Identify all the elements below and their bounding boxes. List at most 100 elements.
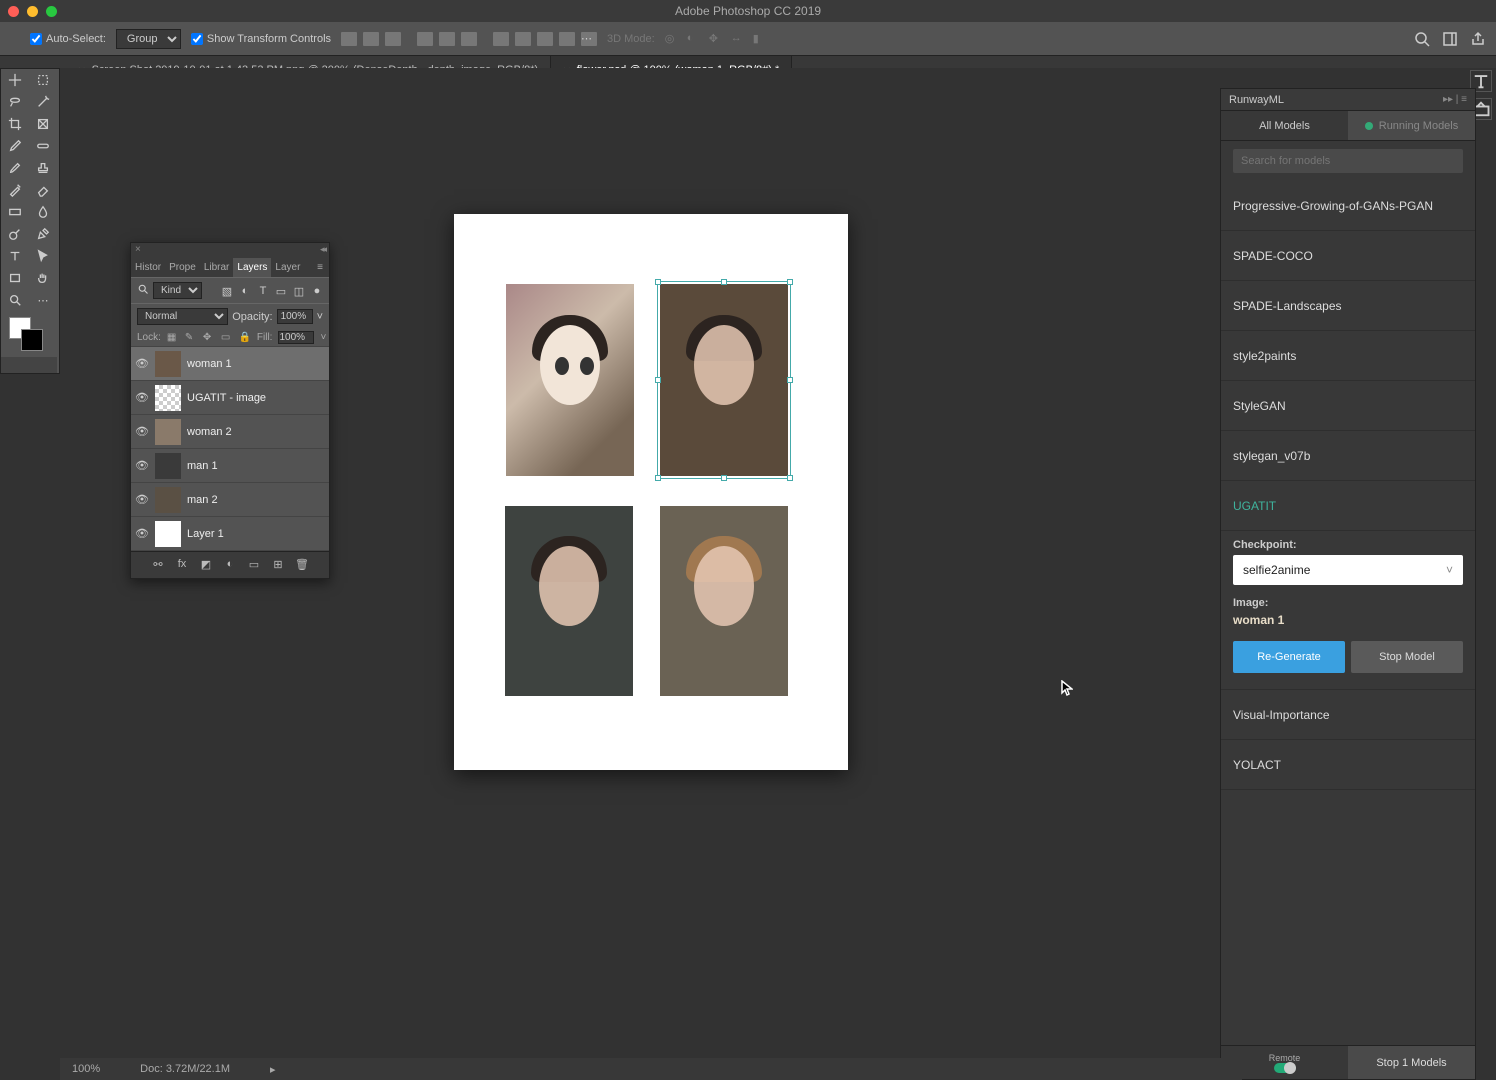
auto-select-target[interactable]: Group bbox=[116, 29, 181, 49]
filter-adjust-icon[interactable]: ◐ bbox=[239, 285, 251, 297]
layer-item[interactable]: 👁 woman 1 bbox=[131, 347, 329, 381]
adjustment-icon[interactable]: ◐ bbox=[223, 558, 237, 572]
more-align-icon[interactable]: ⋯ bbox=[581, 32, 597, 46]
blend-mode-select[interactable]: Normal bbox=[137, 308, 228, 325]
blur-tool[interactable] bbox=[29, 201, 57, 223]
stamp-tool[interactable] bbox=[29, 157, 57, 179]
screenmode-icon[interactable] bbox=[29, 357, 57, 373]
opacity-input[interactable] bbox=[277, 309, 313, 324]
camera-icon[interactable]: ▮ bbox=[753, 32, 769, 46]
fill-chevron-icon[interactable]: ˅ bbox=[320, 332, 326, 343]
layer-thumb[interactable] bbox=[155, 385, 181, 411]
tab-libraries[interactable]: Librar bbox=[200, 258, 234, 277]
quickmask-icon[interactable] bbox=[1, 357, 29, 373]
image-man-1[interactable] bbox=[505, 506, 633, 696]
filter-smart-icon[interactable]: ◫ bbox=[293, 285, 305, 297]
color-swatches[interactable] bbox=[3, 315, 59, 355]
share-icon[interactable] bbox=[1470, 31, 1486, 47]
visibility-icon[interactable]: 👁 bbox=[135, 391, 149, 404]
doc-size[interactable]: Doc: 3.72M/22.1M bbox=[140, 1063, 230, 1075]
collapse-panel-icon[interactable]: ◂◂ bbox=[320, 244, 325, 255]
group-icon[interactable]: ▭ bbox=[247, 558, 261, 572]
artboard[interactable] bbox=[454, 214, 848, 770]
filter-search-icon[interactable] bbox=[137, 283, 149, 298]
model-item[interactable]: style2paints bbox=[1221, 331, 1475, 381]
distribute-spacing-v-icon[interactable] bbox=[559, 32, 575, 46]
delete-layer-icon[interactable]: 🗑 bbox=[295, 558, 309, 572]
layer-item[interactable]: 👁 man 1 bbox=[131, 449, 329, 483]
image-anime-woman[interactable] bbox=[506, 284, 634, 476]
layer-thumb[interactable] bbox=[155, 521, 181, 547]
workspace-icon[interactable] bbox=[1442, 31, 1458, 47]
edit-toolbar-icon[interactable]: ⋯ bbox=[29, 289, 57, 311]
model-item[interactable]: stylegan_v07b bbox=[1221, 431, 1475, 481]
marquee-tool[interactable] bbox=[29, 69, 57, 91]
show-transform-checkbox[interactable]: Show Transform Controls bbox=[191, 33, 331, 45]
distribute-spacing-h-icon[interactable] bbox=[537, 32, 553, 46]
gradient-tool[interactable] bbox=[1, 201, 29, 223]
plugin-header[interactable]: RunwayML ▸▸ | ≡ bbox=[1221, 89, 1475, 111]
lock-brush-icon[interactable]: ✎ bbox=[185, 332, 197, 344]
align-bottom-icon[interactable] bbox=[461, 32, 477, 46]
move-tool[interactable] bbox=[1, 69, 29, 91]
hand-tool[interactable] bbox=[29, 267, 57, 289]
opacity-chevron-icon[interactable]: ˅ bbox=[317, 311, 323, 323]
heal-tool[interactable] bbox=[29, 135, 57, 157]
layer-thumb[interactable] bbox=[155, 419, 181, 445]
layer-item[interactable]: 👁 man 2 bbox=[131, 483, 329, 517]
fill-input[interactable] bbox=[278, 331, 314, 344]
new-layer-icon[interactable]: ⊞ bbox=[271, 558, 285, 572]
frame-tool[interactable] bbox=[29, 113, 57, 135]
dodge-tool[interactable] bbox=[1, 223, 29, 245]
rectangle-tool[interactable] bbox=[1, 267, 29, 289]
path-select-tool[interactable] bbox=[29, 245, 57, 267]
model-item-active[interactable]: UGATIT bbox=[1221, 481, 1475, 531]
layer-thumb[interactable] bbox=[155, 453, 181, 479]
pan-icon[interactable]: ✥ bbox=[709, 32, 725, 46]
visibility-icon[interactable]: 👁 bbox=[135, 493, 149, 506]
regenerate-button[interactable]: Re-Generate bbox=[1233, 641, 1345, 673]
model-search-input[interactable] bbox=[1233, 149, 1463, 173]
brush-tool[interactable] bbox=[1, 157, 29, 179]
layer-item[interactable]: 👁 UGATIT - image bbox=[131, 381, 329, 415]
filter-type-icon[interactable]: T bbox=[257, 285, 269, 297]
panel-menu-icon[interactable]: ≡ bbox=[311, 258, 329, 277]
zoom-tool[interactable] bbox=[1, 289, 29, 311]
close-window-button[interactable] bbox=[8, 6, 19, 17]
link-layers-icon[interactable]: ⚯ bbox=[151, 558, 165, 572]
orbit-icon[interactable]: ◎ bbox=[665, 32, 681, 46]
model-item[interactable]: StyleGAN bbox=[1221, 381, 1475, 431]
image-woman-1[interactable] bbox=[660, 284, 788, 476]
crop-tool[interactable] bbox=[1, 113, 29, 135]
panel-header[interactable]: × ◂◂ bbox=[131, 243, 329, 255]
layer-thumb[interactable] bbox=[155, 351, 181, 377]
tab-running-models[interactable]: Running Models bbox=[1348, 111, 1475, 140]
minimize-window-button[interactable] bbox=[27, 6, 38, 17]
filter-pixel-icon[interactable]: ▧ bbox=[221, 285, 233, 297]
tab-all-models[interactable]: All Models bbox=[1221, 111, 1348, 140]
layer-item[interactable]: 👁 Layer 1 bbox=[131, 517, 329, 551]
type-tool[interactable] bbox=[1, 245, 29, 267]
background-swatch[interactable] bbox=[21, 329, 43, 351]
model-list[interactable]: Progressive-Growing-of-GANs-PGAN SPADE-C… bbox=[1221, 181, 1475, 1045]
tab-layers[interactable]: Layers bbox=[233, 258, 271, 277]
collapse-plugin-icon[interactable]: ▸▸ | ≡ bbox=[1443, 94, 1467, 105]
distribute-v-icon[interactable] bbox=[515, 32, 531, 46]
filter-kind-select[interactable]: Kind bbox=[153, 282, 202, 299]
stop-model-button[interactable]: Stop Model bbox=[1351, 641, 1463, 673]
checkpoint-dropdown[interactable]: selfie2anime ˅ bbox=[1233, 555, 1463, 585]
status-menu-icon[interactable]: ▸ bbox=[270, 1063, 276, 1076]
lock-transparent-icon[interactable]: ▦ bbox=[167, 332, 179, 344]
eyedropper-tool[interactable] bbox=[1, 135, 29, 157]
mask-icon[interactable]: ◩ bbox=[199, 558, 213, 572]
image-man-2[interactable] bbox=[660, 506, 788, 696]
visibility-icon[interactable]: 👁 bbox=[135, 425, 149, 438]
model-item[interactable]: Visual-Importance bbox=[1221, 690, 1475, 740]
visibility-icon[interactable]: 👁 bbox=[135, 459, 149, 472]
zoom-level[interactable]: 100% bbox=[72, 1063, 100, 1075]
close-panel-icon[interactable]: × bbox=[135, 244, 141, 255]
model-item[interactable]: YOLACT bbox=[1221, 740, 1475, 790]
model-item[interactable]: Progressive-Growing-of-GANs-PGAN bbox=[1221, 181, 1475, 231]
distribute-h-icon[interactable] bbox=[493, 32, 509, 46]
slide-icon[interactable]: ↔ bbox=[731, 32, 747, 46]
